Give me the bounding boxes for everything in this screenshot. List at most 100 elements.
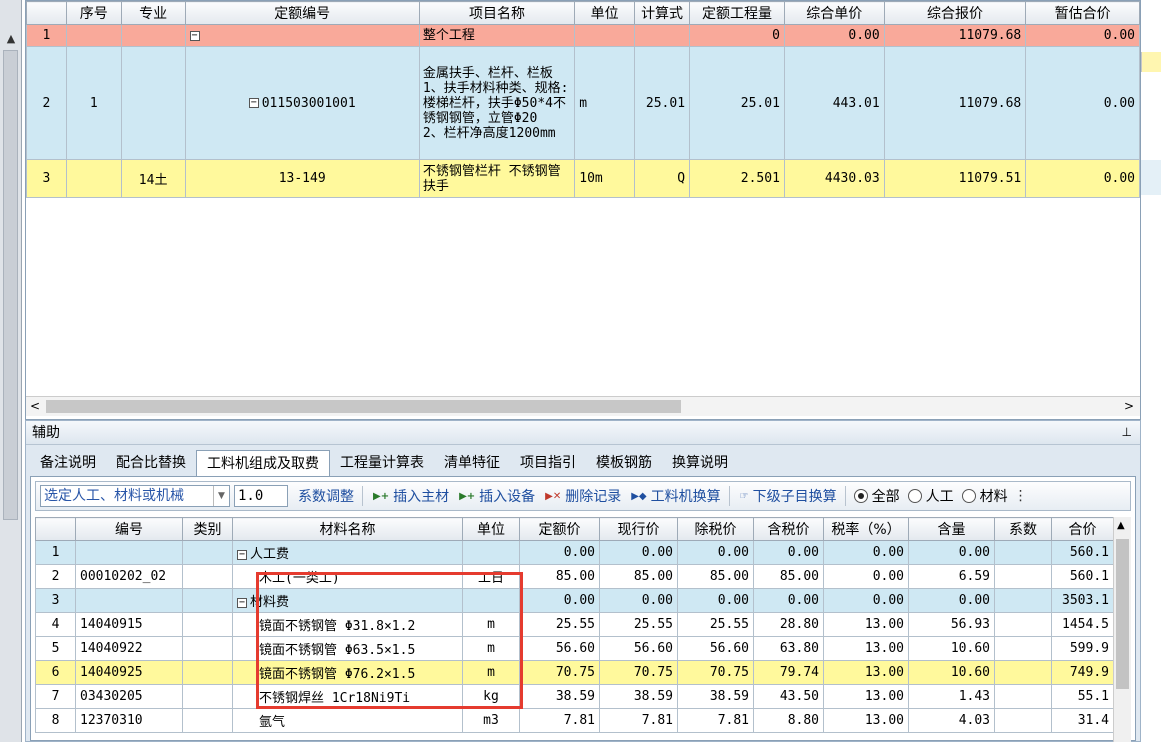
total-cell[interactable]: 11079.68 <box>883 24 1027 47</box>
coef-cell[interactable] <box>994 588 1052 613</box>
tab-2[interactable]: 工料机组成及取费 <box>196 450 330 476</box>
pretax-price-cell[interactable]: 0.00 <box>677 588 754 613</box>
quantity-cell[interactable]: 10.60 <box>908 636 995 661</box>
unit-cell[interactable]: 10m <box>574 159 636 198</box>
category-cell[interactable] <box>182 636 233 661</box>
est-cell[interactable]: 0.00 <box>1025 46 1140 160</box>
current-price-cell[interactable]: 70.75 <box>599 660 678 685</box>
column-header[interactable] <box>35 517 76 541</box>
unit-cell[interactable]: m <box>462 612 520 637</box>
tax-price-cell[interactable]: 79.74 <box>753 660 824 685</box>
column-header[interactable]: 含量 <box>908 517 995 541</box>
tab-4[interactable]: 清单特征 <box>434 450 510 476</box>
sum-cell[interactable]: 560.1 <box>1051 564 1114 589</box>
formula-cell[interactable]: 25.01 <box>634 46 691 160</box>
adjust-factor-button[interactable]: 系数调整 <box>298 486 354 506</box>
column-header[interactable]: 定额价 <box>519 517 600 541</box>
radio-labor[interactable]: 人工 <box>907 486 954 506</box>
pretax-price-cell[interactable]: 7.81 <box>677 708 754 733</box>
column-header[interactable]: 现行价 <box>599 517 678 541</box>
column-header[interactable]: 单位 <box>574 1 636 25</box>
code-cell[interactable] <box>75 540 183 565</box>
quantity-cell[interactable]: 4.03 <box>908 708 995 733</box>
sub-item-convert-button[interactable]: ☞ 下级子目换算 <box>740 486 837 506</box>
tab-7[interactable]: 换算说明 <box>662 450 738 476</box>
horizontal-scrollbar[interactable]: < > <box>26 396 1140 416</box>
base-price-cell[interactable]: 70.75 <box>519 660 600 685</box>
more-options-icon[interactable]: ⋮ <box>1014 488 1028 504</box>
tax-rate-cell[interactable]: 13.00 <box>823 684 909 709</box>
tax-rate-cell[interactable]: 0.00 <box>823 564 909 589</box>
unit-cell[interactable]: m <box>574 46 636 160</box>
code-cell[interactable]: 14040915 <box>75 612 183 637</box>
quantity-cell[interactable]: 0.00 <box>908 540 995 565</box>
row-index[interactable]: 1 <box>26 24 67 47</box>
collapse-icon[interactable]: − <box>237 549 247 560</box>
table-row[interactable]: 1 − 整个工程 0 0.00 11079.68 0.00 <box>26 24 1140 47</box>
table-row[interactable]: 1 − 人工费 0.00 0.00 0.00 0.00 0.00 0.00 560.1 <box>35 540 1114 565</box>
scroll-thumb[interactable] <box>1116 539 1129 689</box>
category-cell[interactable] <box>182 540 233 565</box>
code-cell[interactable]: 12370310 <box>75 708 183 733</box>
category-cell[interactable] <box>182 612 233 637</box>
material-name-cell[interactable]: 镜面不锈钢管 Φ31.8×1.2 <box>232 612 463 637</box>
pin-icon[interactable]: ⊥ <box>1122 425 1132 439</box>
name-cell[interactable]: 金属扶手、栏杆、栏板 1、扶手材料种类、规格:楼梯栏杆，扶手Φ50*4不锈钢钢管… <box>418 46 576 160</box>
column-header[interactable]: 专业 <box>120 1 186 25</box>
tax-rate-cell[interactable]: 13.00 <box>823 636 909 661</box>
delete-record-button[interactable]: ▶✕ 删除记录 <box>545 486 621 506</box>
base-price-cell[interactable]: 0.00 <box>519 540 600 565</box>
tax-price-cell[interactable]: 85.00 <box>753 564 824 589</box>
unit-cell[interactable]: m <box>462 636 520 661</box>
unit-cell[interactable] <box>462 588 520 613</box>
formula-cell[interactable] <box>634 24 691 47</box>
column-header[interactable]: 编号 <box>75 517 183 541</box>
column-header[interactable]: 类别 <box>182 517 233 541</box>
tab-6[interactable]: 模板钢筋 <box>586 450 662 476</box>
est-cell[interactable]: 0.00 <box>1025 159 1140 198</box>
row-index[interactable]: 7 <box>35 684 76 709</box>
current-price-cell[interactable]: 25.55 <box>599 612 678 637</box>
collapse-icon[interactable]: − <box>237 597 247 608</box>
base-price-cell[interactable]: 25.55 <box>519 612 600 637</box>
name-cell[interactable]: 整个工程 <box>418 24 576 47</box>
column-header[interactable]: 综合单价 <box>783 1 885 25</box>
current-price-cell[interactable]: 56.60 <box>599 636 678 661</box>
column-header[interactable]: 材料名称 <box>232 517 463 541</box>
column-header[interactable]: 合价 <box>1051 517 1114 541</box>
quantity-cell[interactable]: 56.93 <box>908 612 995 637</box>
row-index[interactable]: 1 <box>35 540 76 565</box>
scroll-left-icon[interactable]: < <box>30 399 40 413</box>
column-header[interactable]: 系数 <box>994 517 1052 541</box>
coef-cell[interactable] <box>994 684 1052 709</box>
row-index[interactable]: 3 <box>35 588 76 613</box>
tax-price-cell[interactable]: 63.80 <box>753 636 824 661</box>
sum-cell[interactable]: 599.9 <box>1051 636 1114 661</box>
seq-cell[interactable]: 1 <box>65 46 122 160</box>
qty-cell[interactable]: 2.501 <box>689 159 785 198</box>
scroll-up-icon[interactable]: ▲ <box>1117 520 1125 531</box>
seq-cell[interactable] <box>65 24 122 47</box>
total-cell[interactable]: 11079.68 <box>883 46 1027 160</box>
radio-all[interactable]: 全部 <box>853 486 900 506</box>
major-cell[interactable] <box>120 46 186 160</box>
current-price-cell[interactable]: 0.00 <box>599 588 678 613</box>
column-header[interactable]: 定额工程量 <box>689 1 785 25</box>
row-index[interactable]: 6 <box>35 660 76 685</box>
est-cell[interactable]: 0.00 <box>1025 24 1140 47</box>
material-name-cell[interactable]: 镜面不锈钢管 Φ76.2×1.5 <box>232 660 463 685</box>
resource-filter-combo[interactable]: 选定人工、材料或机械 ▼ <box>40 485 230 507</box>
base-price-cell[interactable]: 0.00 <box>519 588 600 613</box>
row-index[interactable]: 3 <box>26 159 67 198</box>
table-row[interactable]: 3 14土 13-149 不锈钢管栏杆 不锈钢管扶手 10m Q 2.501 4430.03 1… <box>26 159 1140 198</box>
collapse-icon[interactable]: − <box>248 98 259 108</box>
pretax-price-cell[interactable]: 85.00 <box>677 564 754 589</box>
column-header[interactable]: 项目名称 <box>418 1 576 25</box>
tab-3[interactable]: 工程量计算表 <box>330 450 434 476</box>
pretax-price-cell[interactable]: 70.75 <box>677 660 754 685</box>
pretax-price-cell[interactable]: 25.55 <box>677 612 754 637</box>
factor-input[interactable]: 1.0 <box>234 485 288 507</box>
pretax-price-cell[interactable]: 56.60 <box>677 636 754 661</box>
base-price-cell[interactable]: 56.60 <box>519 636 600 661</box>
base-price-cell[interactable]: 7.81 <box>519 708 600 733</box>
